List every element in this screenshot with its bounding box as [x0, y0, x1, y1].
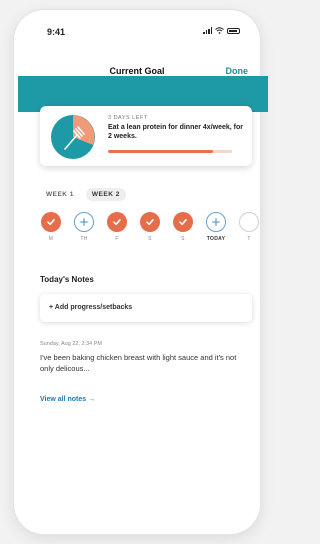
week-tabs: WEEK 1 WEEK 2 — [40, 188, 126, 201]
day-label: F — [115, 236, 119, 242]
day-tracker: M TH F S S TODAY T — [40, 212, 260, 242]
day-label: S — [148, 236, 152, 242]
status-time: 9:41 — [47, 27, 66, 37]
day-item: F — [106, 212, 128, 242]
day-item: S — [139, 212, 161, 242]
day-check-icon[interactable] — [140, 212, 160, 232]
view-all-notes-link[interactable]: View all notes → — [40, 396, 95, 403]
day-label: TODAY — [206, 236, 226, 242]
day-check-icon[interactable] — [173, 212, 193, 232]
day-check-icon[interactable] — [41, 212, 61, 232]
day-label: T — [247, 236, 251, 242]
day-check-icon[interactable] — [107, 212, 127, 232]
tab-week-2[interactable]: WEEK 2 — [85, 188, 126, 201]
day-label: M — [48, 236, 54, 242]
notes-heading: Today's Notes — [40, 275, 94, 284]
add-progress-button[interactable]: + Add progress/setbacks — [40, 294, 252, 322]
goal-description: Eat a lean protein for dinner 4x/week, f… — [108, 124, 243, 140]
goal-card[interactable]: 3 DAYS LEFT Eat a lean protein for dinne… — [40, 106, 252, 166]
signal-icon — [203, 27, 212, 34]
day-empty-circle[interactable] — [239, 212, 259, 232]
status-bar: 9:41 — [14, 10, 260, 50]
goal-progress-pie-icon — [51, 115, 95, 159]
day-item: S — [172, 212, 194, 242]
day-add-icon[interactable] — [206, 212, 226, 232]
status-icons — [203, 27, 240, 34]
battery-icon — [227, 27, 240, 34]
day-item: T — [238, 212, 260, 242]
wifi-icon — [215, 27, 224, 34]
day-label: TH — [80, 236, 88, 242]
note-preview: I've been baking chicken breast with lig… — [40, 353, 237, 373]
day-item: M — [40, 212, 62, 242]
days-left-label: 3 DAYS LEFT — [108, 115, 148, 121]
note-date: Sunday, Aug 22, 2:34 PM — [40, 341, 102, 347]
goal-progress-fill — [108, 150, 214, 153]
day-item: TODAY — [205, 212, 227, 242]
day-item: TH — [73, 212, 95, 242]
goal-progress-bar — [108, 150, 232, 153]
day-label: S — [181, 236, 185, 242]
page-title: Current Goal — [109, 66, 165, 76]
done-button[interactable]: Done — [226, 66, 249, 76]
day-add-icon[interactable] — [74, 212, 94, 232]
tab-week-1[interactable]: WEEK 1 — [40, 188, 80, 201]
